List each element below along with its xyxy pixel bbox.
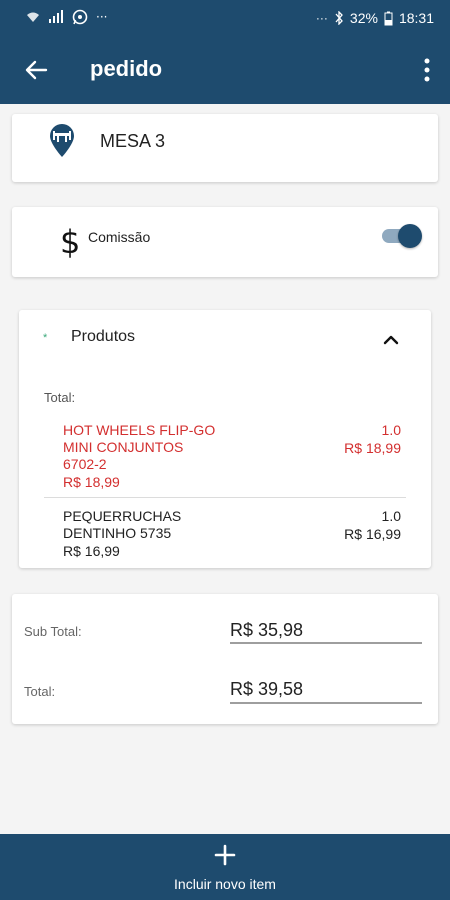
more-icon: ··· bbox=[315, 11, 328, 25]
item-quantity: 1.0 bbox=[381, 422, 401, 438]
page-title: pedido bbox=[90, 56, 163, 81]
wifi-icon bbox=[27, 12, 39, 22]
signal-icon bbox=[49, 10, 63, 23]
total-value: R$ 39,58 bbox=[230, 679, 304, 699]
whatsapp-icon bbox=[72, 9, 88, 25]
table-label: MESA 3 bbox=[100, 131, 166, 151]
more-icon: ··· bbox=[96, 10, 108, 24]
table-pin-icon bbox=[50, 124, 74, 157]
more-vert-icon[interactable] bbox=[420, 56, 434, 84]
item-price: R$ 18,99 bbox=[344, 440, 401, 456]
arrow-back-icon[interactable] bbox=[22, 56, 50, 84]
commission-label: Comissão bbox=[88, 229, 151, 245]
total-underline bbox=[230, 702, 422, 704]
add-item-button[interactable]: Incluir novo item bbox=[0, 834, 450, 900]
dollar-icon: $ bbox=[60, 223, 81, 261]
toggle-thumb bbox=[398, 224, 422, 248]
item-name-line: HOT WHEELS FLIP-GO bbox=[63, 422, 216, 438]
item-unit-price: R$ 16,99 bbox=[63, 543, 120, 559]
products-title: Produtos bbox=[71, 328, 136, 345]
battery-icon bbox=[384, 11, 393, 25]
item-price: R$ 16,99 bbox=[344, 526, 401, 542]
item-quantity: 1.0 bbox=[381, 508, 401, 524]
item-name-line: MINI CONJUNTOS bbox=[63, 439, 184, 455]
plus-icon bbox=[214, 844, 236, 866]
item-name-line: PEQUERRUCHAS bbox=[63, 508, 182, 524]
item-name: PEQUERRUCHAS DENTINHO 5735 bbox=[63, 508, 243, 542]
products-card: * Produtos Total: HOT WHEELS FLIP-GO MIN… bbox=[19, 310, 431, 568]
battery-percent: 32% bbox=[349, 10, 378, 26]
item-name: HOT WHEELS FLIP-GO MINI CONJUNTOS 6702-2 bbox=[63, 422, 243, 473]
totals-card: Sub Total: R$ 35,98 Total: R$ 39,58 bbox=[12, 594, 438, 724]
chevron-up-icon[interactable] bbox=[381, 330, 401, 348]
status-right-icons: ··· 32% 18:31 bbox=[316, 10, 434, 26]
commission-toggle[interactable] bbox=[382, 223, 426, 249]
commission-card: $ Comissão bbox=[12, 207, 438, 277]
star-icon: * bbox=[43, 332, 48, 344]
add-item-label: Incluir novo item bbox=[174, 876, 276, 892]
subtotal-label: Sub Total: bbox=[24, 624, 82, 639]
item-name-line: DENTINHO 5735 bbox=[63, 525, 172, 541]
subtotal-value: R$ 35,98 bbox=[230, 620, 304, 640]
status-left-icons: ··· bbox=[26, 9, 107, 25]
clock: 18:31 bbox=[398, 10, 434, 26]
table-card[interactable]: MESA 3 bbox=[12, 114, 438, 182]
products-total-label: Total: bbox=[44, 390, 76, 405]
total-label: Total: bbox=[24, 684, 56, 699]
app-bar: pedido bbox=[0, 36, 450, 104]
subtotal-underline bbox=[230, 642, 422, 644]
bluetooth-icon bbox=[335, 11, 343, 25]
status-bar: ··· ··· 32% 18:31 bbox=[0, 0, 450, 36]
item-name-line: 6702-2 bbox=[63, 456, 107, 472]
divider bbox=[44, 497, 406, 498]
item-unit-price: R$ 18,99 bbox=[63, 474, 120, 490]
